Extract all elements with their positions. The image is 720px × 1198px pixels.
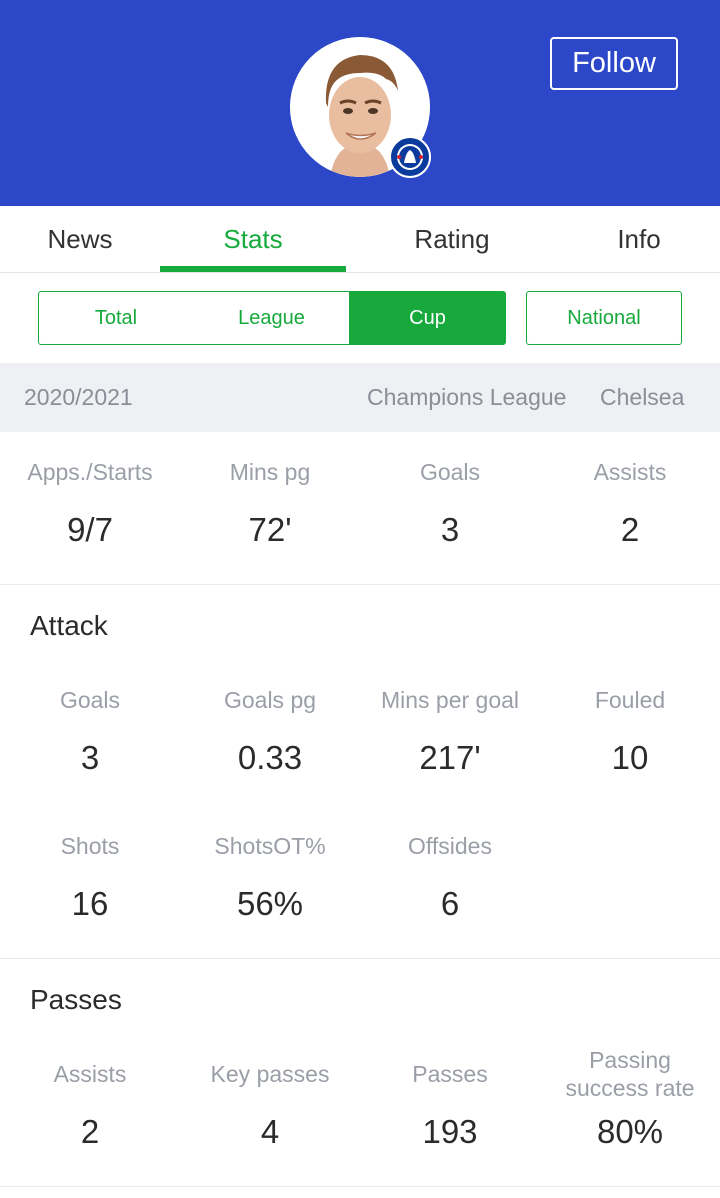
stat-label: Passing success rate: [565, 1047, 695, 1101]
stat-label: Goals pg: [223, 687, 317, 713]
stat-shots: Shots 16: [0, 832, 180, 924]
stat-key-passes: Key passes 4: [180, 1060, 360, 1152]
tab-news[interactable]: News: [0, 206, 160, 272]
active-tab-indicator: [160, 266, 346, 272]
competition-filter: Total League Cup National: [0, 273, 720, 363]
stat-label: Assists: [593, 459, 667, 485]
stat-assists: Assists 2: [540, 458, 720, 550]
stat-value: 80%: [596, 1113, 664, 1150]
stat-value: 217': [419, 739, 481, 776]
stat-label: Fouled: [594, 687, 666, 713]
season-competition[interactable]: Champions League: [367, 363, 566, 432]
divider: [0, 958, 720, 959]
attack-section-title: Attack: [30, 610, 108, 641]
stat-label: ShotsOT%: [214, 833, 326, 859]
stat-value: 193: [422, 1113, 478, 1150]
stat-passes: Passes 193: [360, 1060, 540, 1152]
stat-value: 16: [71, 885, 109, 922]
stat-attack-goals: Goals 3: [0, 686, 180, 778]
stat-value: 2: [620, 511, 640, 548]
stat-goals: Goals 3: [360, 458, 540, 550]
stat-mins-per-goal: Mins per goal 217': [360, 686, 540, 778]
segment-league[interactable]: League: [193, 291, 350, 345]
stat-value: 72': [248, 511, 292, 548]
stat-label: Key passes: [210, 1061, 330, 1087]
season-selector[interactable]: 2020/2021 Champions League Chelsea: [0, 363, 720, 432]
segment-national[interactable]: National: [526, 291, 682, 345]
stat-label: Mins pg: [229, 459, 311, 485]
stat-fouled: Fouled 10: [540, 686, 720, 778]
stat-value: 3: [80, 739, 100, 776]
divider: [0, 584, 720, 585]
stat-value: 10: [611, 739, 649, 776]
stat-label: Goals: [59, 687, 121, 713]
stat-value: 0.33: [237, 739, 303, 776]
stat-mins-pg: Mins pg 72': [180, 458, 360, 550]
club-badge-icon: [389, 136, 431, 178]
tab-bar: News Stats Rating Info: [0, 206, 720, 273]
season-year[interactable]: 2020/2021: [24, 363, 133, 432]
stat-label: Goals: [419, 459, 481, 485]
player-header: Follow: [0, 0, 720, 206]
stat-apps-starts: Apps./Starts 9/7: [0, 458, 180, 550]
tab-info[interactable]: Info: [558, 206, 720, 272]
stat-shots-on-target: ShotsOT% 56%: [180, 832, 360, 924]
stat-label: Mins per goal: [380, 687, 520, 713]
stat-label: Shots: [60, 833, 120, 859]
stat-label: Assists: [53, 1061, 127, 1087]
stat-label: Offsides: [408, 833, 492, 859]
divider: [0, 1186, 720, 1187]
follow-button[interactable]: Follow: [550, 37, 678, 90]
stat-value: 2: [80, 1113, 100, 1150]
segment-cup[interactable]: Cup: [349, 291, 506, 345]
segment-total[interactable]: Total: [38, 291, 194, 345]
stat-value: 6: [440, 885, 460, 922]
stat-value: 4: [260, 1113, 280, 1150]
passes-section-title: Passes: [30, 984, 122, 1015]
tab-stats[interactable]: Stats: [160, 206, 346, 272]
tab-rating[interactable]: Rating: [358, 206, 546, 272]
stat-label: Passes: [412, 1061, 488, 1087]
stat-goals-pg: Goals pg 0.33: [180, 686, 360, 778]
season-club[interactable]: Chelsea: [600, 363, 684, 432]
stat-value: 9/7: [67, 511, 113, 548]
stat-label: Apps./Starts: [27, 459, 153, 485]
stat-passing-success-rate: Passing success rate 80%: [550, 1046, 710, 1152]
stat-value: 3: [440, 511, 460, 548]
stat-value: 56%: [236, 885, 304, 922]
stat-pass-assists: Assists 2: [0, 1060, 180, 1152]
stat-offsides: Offsides 6: [360, 832, 540, 924]
